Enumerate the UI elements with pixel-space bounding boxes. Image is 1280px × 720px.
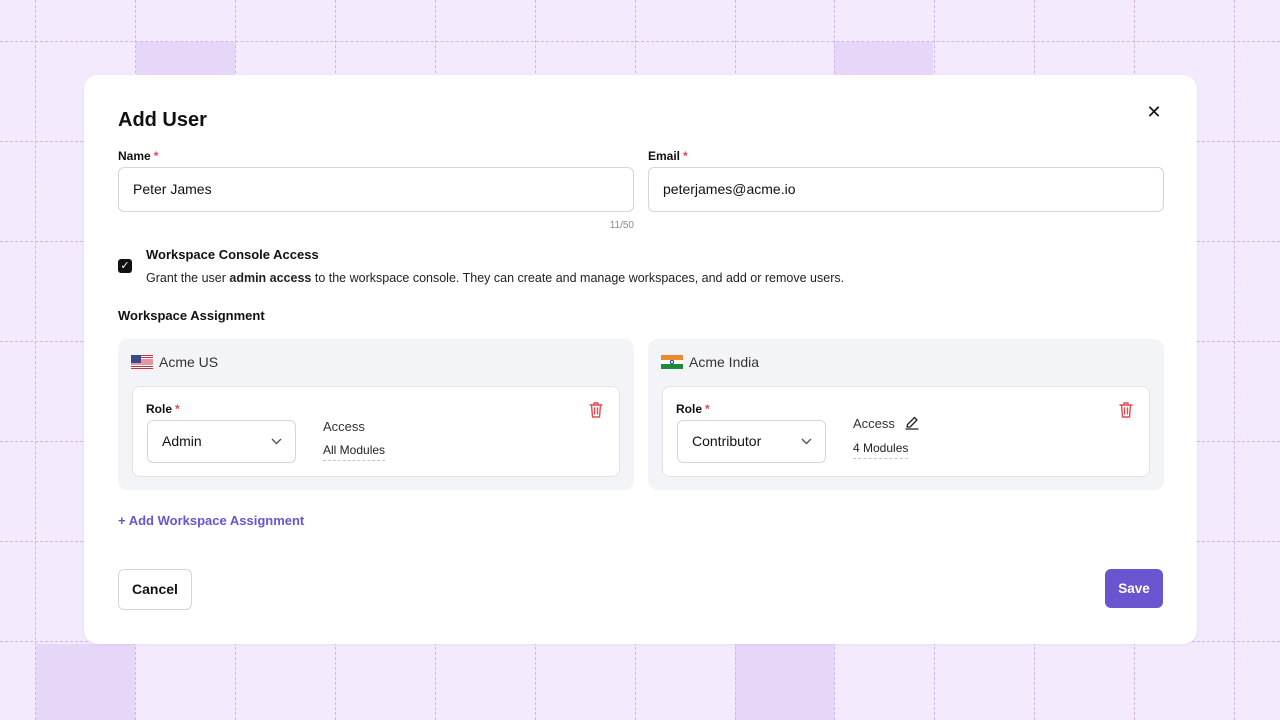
bg-cell <box>834 42 933 75</box>
workspace-role-panel: Role * Admin Access All Modules <box>132 386 620 477</box>
trash-icon[interactable] <box>588 401 604 419</box>
chevron-down-icon <box>271 421 282 462</box>
name-char-counter: 11/50 <box>609 220 634 231</box>
add-workspace-assignment-link[interactable]: + Add Workspace Assignment <box>118 513 304 528</box>
workspace-card-acme-india: Acme India Role * Contributor Access 4 Mo… <box>648 339 1164 490</box>
access-modules-link[interactable]: 4 Modules <box>853 441 909 459</box>
email-label: Email * <box>648 149 688 163</box>
console-access-title: Workspace Console Access <box>146 247 319 262</box>
bg-cell <box>36 644 135 720</box>
name-field[interactable]: Peter James <box>118 167 634 212</box>
name-label: Name * <box>118 149 159 163</box>
role-select[interactable]: Admin <box>147 420 296 463</box>
access-label: Access <box>323 419 365 434</box>
console-access-description: Grant the user admin access to the works… <box>146 271 845 285</box>
role-select[interactable]: Contributor <box>677 420 826 463</box>
bg-cell <box>136 42 235 75</box>
modal-title: Add User <box>118 109 207 131</box>
access-label: Access <box>853 416 919 433</box>
email-field[interactable]: peterjames@acme.io <box>648 167 1164 212</box>
workspace-name: Acme US <box>159 354 219 370</box>
role-label: Role * <box>676 402 710 416</box>
us-flag-icon <box>131 355 153 369</box>
close-icon[interactable]: ✕ <box>1144 102 1164 122</box>
workspace-assignment-title: Workspace Assignment <box>118 308 265 323</box>
chevron-down-icon <box>801 421 812 462</box>
india-flag-icon <box>661 355 683 369</box>
trash-icon[interactable] <box>1118 401 1134 419</box>
workspace-card-acme-us: Acme US Role * Admin Access All Modules <box>118 339 634 490</box>
cancel-button[interactable]: Cancel <box>118 569 192 610</box>
save-button[interactable]: Save <box>1105 569 1163 608</box>
console-access-checkbox[interactable]: ✓ <box>118 259 132 273</box>
role-label: Role * <box>146 402 180 416</box>
add-user-modal: Add User ✕ Name * Peter James 11/50 Email… <box>84 75 1197 644</box>
workspace-name: Acme India <box>689 354 760 370</box>
workspace-role-panel: Role * Contributor Access 4 Modules <box>662 386 1150 477</box>
access-modules-link[interactable]: All Modules <box>323 443 386 461</box>
bg-cell <box>735 644 834 720</box>
pencil-icon[interactable] <box>904 416 919 433</box>
